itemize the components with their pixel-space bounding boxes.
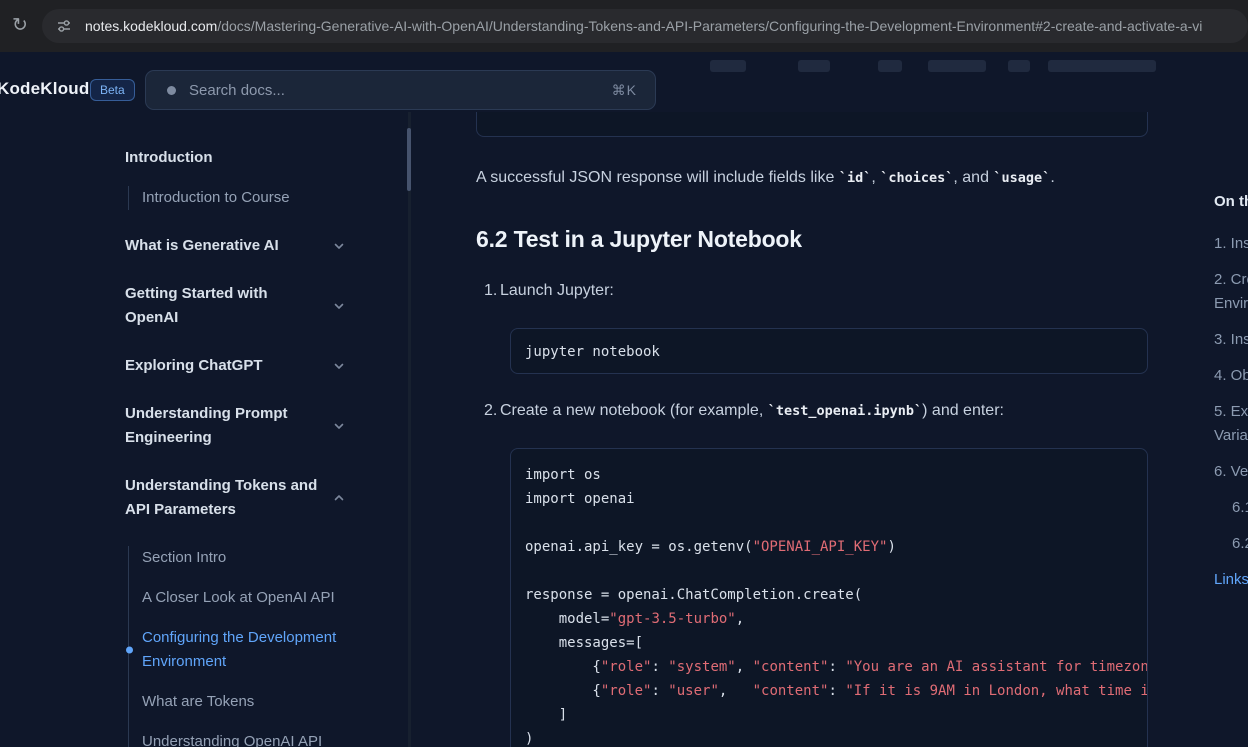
search-input[interactable]: Search docs... ⌘K [145,70,656,110]
toc-item-6-1[interactable]: 6.1 [1232,496,1248,520]
sidebar-sublist-tokens-and-api: Section Intro A Closer Look at OpenAI AP… [128,546,404,747]
toc-item-4[interactable]: 4. Ob [1214,364,1248,388]
response-fields-paragraph: A successful JSON response will include … [476,166,1150,190]
sidebar-scrollbar-track [408,112,411,747]
header-blur-artifact [798,60,830,72]
toc-item-links[interactable]: Links [1214,568,1248,592]
ordered-list-item-1: 1. Launch Jupyter: [476,279,1150,303]
toc-title: On thi [1214,190,1248,214]
url-host: notes.kodekloud.com [85,18,217,34]
sidebar-group-label: Exploring ChatGPT [125,354,263,378]
on-this-page-toc: On thi 1. Inst 2. CreEnviro 3. Ins 4. Ob… [1214,190,1248,604]
site-header: KodeKloud Beta Search docs... ⌘K [0,52,1248,112]
doc-content: A successful JSON response will include … [476,112,1150,747]
sidebar-item-a-closer-look-at-openai-api[interactable]: A Closer Look at OpenAI API [142,586,341,610]
header-blur-artifact [1048,60,1156,72]
sidebar-item-understanding-openai-api-parameters[interactable]: Understanding OpenAI API Parameters [142,730,341,747]
section-heading-6-2: 6.2 Test in a Jupyter Notebook [476,226,802,253]
toc-item-1[interactable]: 1. Inst [1214,232,1248,256]
toc-item-6-2[interactable]: 6.2 [1232,532,1248,556]
reload-button[interactable]: ↻ [8,13,32,39]
sidebar-item-configuring-the-development-environment[interactable]: Configuring the Development Environment [142,626,341,674]
list-number: 1. [476,279,500,303]
sidebar-group-getting-started-with-openai[interactable]: Getting Started with OpenAI [125,282,345,330]
sidebar-sublist-introduction: Introduction to Course [128,186,404,210]
sidebar-group-understanding-tokens-and-api-parameters[interactable]: Understanding Tokens and API Parameters [125,474,345,522]
code-block-jupyter-notebook: jupyter notebook [510,328,1148,374]
toc-item-3[interactable]: 3. Ins [1214,328,1248,352]
header-blur-artifact [928,60,986,72]
search-placeholder: Search docs... [189,82,285,99]
sidebar-group-understanding-prompt-engineering[interactable]: Understanding Prompt Engineering [125,402,345,450]
code-block-python-openai: import osimport openai openai.api_key = … [510,448,1148,747]
chevron-down-icon [333,240,345,252]
sidebar-item-what-are-tokens[interactable]: What are Tokens [142,690,341,714]
chevron-down-icon [333,360,345,372]
chevron-down-icon [333,300,345,312]
header-blur-artifact [710,60,746,72]
inline-code-notebook-filename: `test_openai.ipynb` [768,403,922,419]
toc-item-5[interactable]: 5. ExpVaria [1214,400,1248,448]
url-text: notes.kodekloud.com/docs/Mastering-Gener… [85,18,1202,34]
search-shortcut-hint: ⌘K [612,82,637,99]
chevron-up-icon [333,492,345,504]
sidebar-section-introduction[interactable]: Introduction [125,146,404,170]
sidebar-group-label: Understanding Tokens and API Parameters [125,474,324,522]
url-bar[interactable]: notes.kodekloud.com/docs/Mastering-Gener… [42,9,1248,43]
list-text: Create a new notebook (for example, `tes… [500,399,1004,423]
sidebar-group-label: Getting Started with OpenAI [125,282,324,330]
inline-code-choices: `choices` [880,170,953,186]
url-path: /docs/Mastering-Generative-AI-with-OpenA… [217,18,1202,34]
toc-item-6[interactable]: 6. Ve [1214,460,1248,484]
kodekloud-logo[interactable]: KodeKloud [0,79,89,99]
inline-code-id: `id` [839,170,872,186]
list-text: Launch Jupyter: [500,279,614,303]
site-settings-icon[interactable] [56,18,72,34]
toc-item-2[interactable]: 2. CreEnviro [1214,268,1248,316]
browser-chrome: ↻ notes.kodekloud.com/docs/Mastering-Gen… [0,0,1248,52]
header-blur-artifact [878,60,902,72]
beta-badge: Beta [90,79,135,101]
chevron-down-icon [333,420,345,432]
sidebar-scrollbar-thumb[interactable] [407,128,411,191]
search-icon [167,86,176,95]
sidebar-group-label: What is Generative AI [125,234,279,258]
sidebar-item-section-intro[interactable]: Section Intro [142,546,341,570]
sidebar-item-introduction-to-course[interactable]: Introduction to Course [142,186,341,210]
sidebar-group-exploring-chatgpt[interactable]: Exploring ChatGPT [125,354,345,378]
header-blur-artifact [1008,60,1030,72]
ordered-list-item-2: 2. Create a new notebook (for example, `… [476,399,1150,423]
sidebar-group-label: Understanding Prompt Engineering [125,402,324,450]
sidebar-nav: Introduction Introduction to Course What… [0,112,404,747]
list-number: 2. [476,399,500,423]
inline-code-usage: `usage` [993,170,1050,186]
sidebar-group-what-is-generative-ai[interactable]: What is Generative AI [125,234,345,258]
